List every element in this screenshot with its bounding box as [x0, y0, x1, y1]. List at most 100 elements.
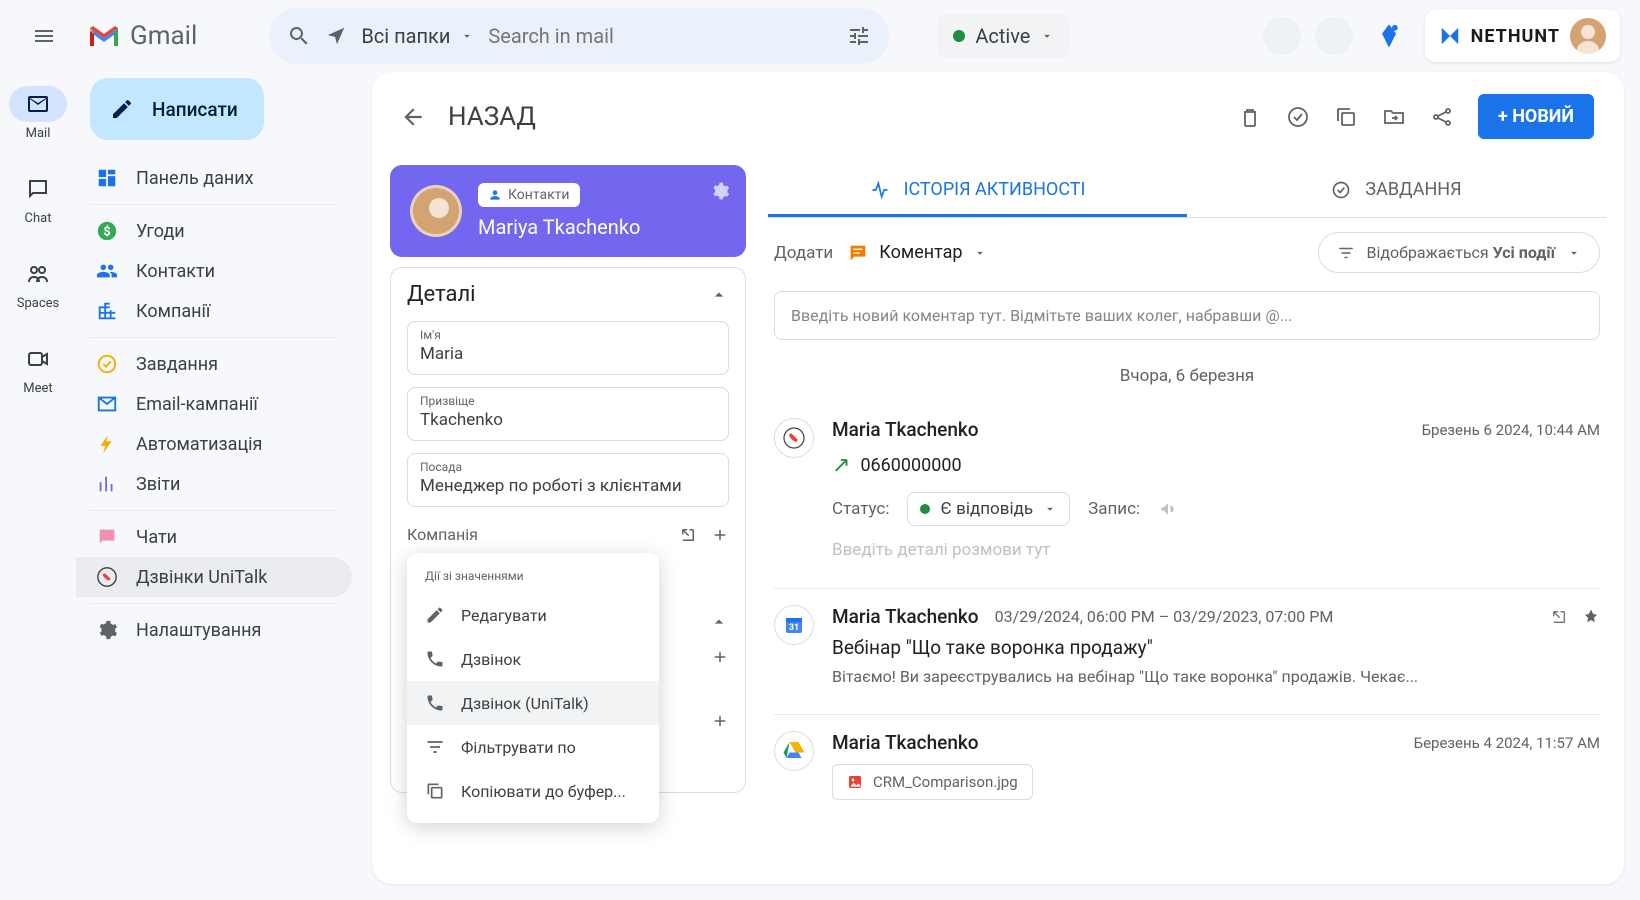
activity-time-range: 03/29/2024, 06:00 PM – 03/29/2023, 07:00…: [995, 607, 1334, 626]
header-right: NETHUNT: [1263, 10, 1620, 62]
sidebar-dashboard[interactable]: Панель даних: [76, 158, 352, 198]
meet-icon: [26, 347, 50, 371]
tasks-icon: [96, 353, 118, 375]
details-section: Деталі Ім'я Maria Призвіще Tkachenko Пос…: [390, 267, 746, 793]
open-external-icon[interactable]: [1550, 608, 1568, 626]
chats-icon: [96, 526, 118, 548]
compose-button[interactable]: Написати: [90, 78, 264, 140]
activity-file: Maria Tkachenko Березень 4 2024, 11:57 A…: [768, 719, 1606, 824]
spaces-icon: [26, 262, 50, 286]
menu-edit[interactable]: Редагувати: [407, 593, 659, 637]
folder-select[interactable]: Всі папки: [361, 24, 474, 48]
activity-panel: ІСТОРІЯ АКТИВНОСТІ ЗАВДАННЯ Додати Комен…: [768, 165, 1606, 866]
chevron-up-icon[interactable]: [709, 285, 729, 305]
folder-move-icon[interactable]: [1382, 105, 1406, 129]
check-circle-icon[interactable]: [1286, 105, 1310, 129]
status-dot-icon: [920, 504, 930, 514]
company-section: Компанія Дії зі значеннями Редагувати: [407, 525, 729, 772]
menu-call[interactable]: Дзвінок: [407, 637, 659, 681]
chevron-up-icon[interactable]: [709, 612, 729, 632]
check-circle-icon: [1331, 180, 1351, 200]
comment-type-select[interactable]: Коментар: [847, 242, 986, 264]
rail-mail[interactable]: Mail: [9, 86, 67, 141]
filter-list-icon: [1337, 244, 1355, 262]
activity-icon: [870, 180, 890, 200]
status-pill[interactable]: Є відповідь: [907, 492, 1070, 526]
rail-meet[interactable]: Meet: [9, 341, 67, 396]
tab-activity[interactable]: ІСТОРІЯ АКТИВНОСТІ: [768, 165, 1187, 217]
copy-icon[interactable]: [1334, 105, 1358, 129]
mail-icon: [26, 92, 50, 116]
chevron-down-icon: [1040, 29, 1054, 43]
chat-icon: [26, 177, 50, 201]
back-arrow-icon[interactable]: [400, 104, 426, 130]
main-panel: НАЗАД + НОВИЙ Контакти Mariya Tkachenko: [372, 72, 1624, 884]
menu-call-unitalk[interactable]: Дзвінок (UniTalk): [407, 681, 659, 725]
contact-type-badge[interactable]: Контакти: [478, 183, 580, 207]
plus-icon[interactable]: [711, 648, 729, 666]
status-dot-icon: [953, 30, 965, 42]
tab-tasks[interactable]: ЗАВДАННЯ: [1187, 165, 1606, 217]
user-avatar[interactable]: [1570, 18, 1606, 54]
activity-author: Maria Tkachenko: [832, 731, 979, 754]
image-icon: [847, 774, 863, 790]
add-label: Додати: [774, 243, 833, 263]
nethunt-badge[interactable]: NETHUNT: [1425, 10, 1620, 62]
sidebar-reports[interactable]: Звіти: [76, 464, 352, 504]
gear-icon: [96, 619, 118, 641]
share-icon[interactable]: [1430, 105, 1454, 129]
convo-placeholder[interactable]: Введіть деталі розмови тут: [832, 540, 1600, 560]
audio-icon[interactable]: [1158, 499, 1178, 519]
gear-icon[interactable]: [710, 181, 730, 201]
location-icon: [325, 25, 347, 47]
rail-spaces[interactable]: Spaces: [9, 256, 67, 311]
main-menu-button[interactable]: [20, 12, 68, 60]
header-extra-2[interactable]: [1315, 17, 1353, 55]
field-first-name[interactable]: Ім'я Maria: [407, 321, 729, 375]
chevron-down-icon: [1567, 246, 1581, 260]
trash-icon[interactable]: [1238, 105, 1262, 129]
sidebar-automation[interactable]: Автоматизація: [76, 424, 352, 464]
phone-icon: [425, 649, 445, 669]
sidebar-chats[interactable]: Чати: [76, 517, 352, 557]
tune-icon[interactable]: [847, 24, 871, 48]
pin-icon[interactable]: [1582, 608, 1600, 626]
sidebar-calls[interactable]: Дзвінки UniTalk: [76, 557, 352, 597]
field-position[interactable]: Посада Менеджер по роботі з клієнтами: [407, 453, 729, 507]
menu-copy[interactable]: Копіювати до буфер...: [407, 769, 659, 813]
field-last-name[interactable]: Призвіще Tkachenko: [407, 387, 729, 441]
contact-card: Контакти Mariya Tkachenko Деталі Ім'я Ma…: [390, 165, 746, 866]
companies-icon: [96, 300, 118, 322]
gmail-icon: [86, 22, 122, 50]
gmail-label: Gmail: [130, 21, 197, 51]
plus-icon[interactable]: [711, 712, 729, 730]
filter-icon: [425, 737, 445, 757]
tabs: ІСТОРІЯ АКТИВНОСТІ ЗАВДАННЯ: [768, 165, 1606, 218]
sidebar-campaigns[interactable]: Email-кампанії: [76, 384, 352, 424]
person-icon: [488, 188, 502, 202]
header-extra-1[interactable]: [1263, 17, 1301, 55]
sidebar-deals[interactable]: $ Угоди: [76, 211, 352, 251]
reports-icon: [96, 473, 118, 495]
call-phone: 0660000000: [860, 455, 961, 476]
file-chip[interactable]: CRM_Comparison.jpg: [832, 764, 1033, 800]
details-title: Деталі: [407, 282, 476, 307]
sidebar-companies[interactable]: Компанії: [76, 291, 352, 331]
new-button[interactable]: + НОВИЙ: [1478, 94, 1594, 139]
rail-chat[interactable]: Chat: [9, 171, 67, 226]
display-filter[interactable]: Відображається Усі події: [1318, 232, 1600, 273]
plus-icon[interactable]: [711, 526, 729, 544]
comment-input[interactable]: Введіть новий коментар тут. Відмітьте ва…: [774, 291, 1600, 340]
kite-button[interactable]: [1367, 14, 1411, 58]
open-external-icon[interactable]: [679, 526, 697, 544]
status-dropdown[interactable]: Active: [937, 14, 1070, 58]
sidebar-settings[interactable]: Налаштування: [76, 610, 352, 650]
record-label: Запис:: [1088, 499, 1140, 519]
search-input[interactable]: [488, 24, 833, 48]
menu-filter[interactable]: Фільтрувати по: [407, 725, 659, 769]
copy-icon: [425, 781, 445, 801]
sidebar-contacts[interactable]: Контакти: [76, 251, 352, 291]
event-desc: Вітаємо! Ви зареєструвались на вебінар "…: [832, 667, 1600, 686]
search-bar[interactable]: Всі папки: [269, 8, 889, 64]
sidebar-tasks[interactable]: Завдання: [76, 344, 352, 384]
